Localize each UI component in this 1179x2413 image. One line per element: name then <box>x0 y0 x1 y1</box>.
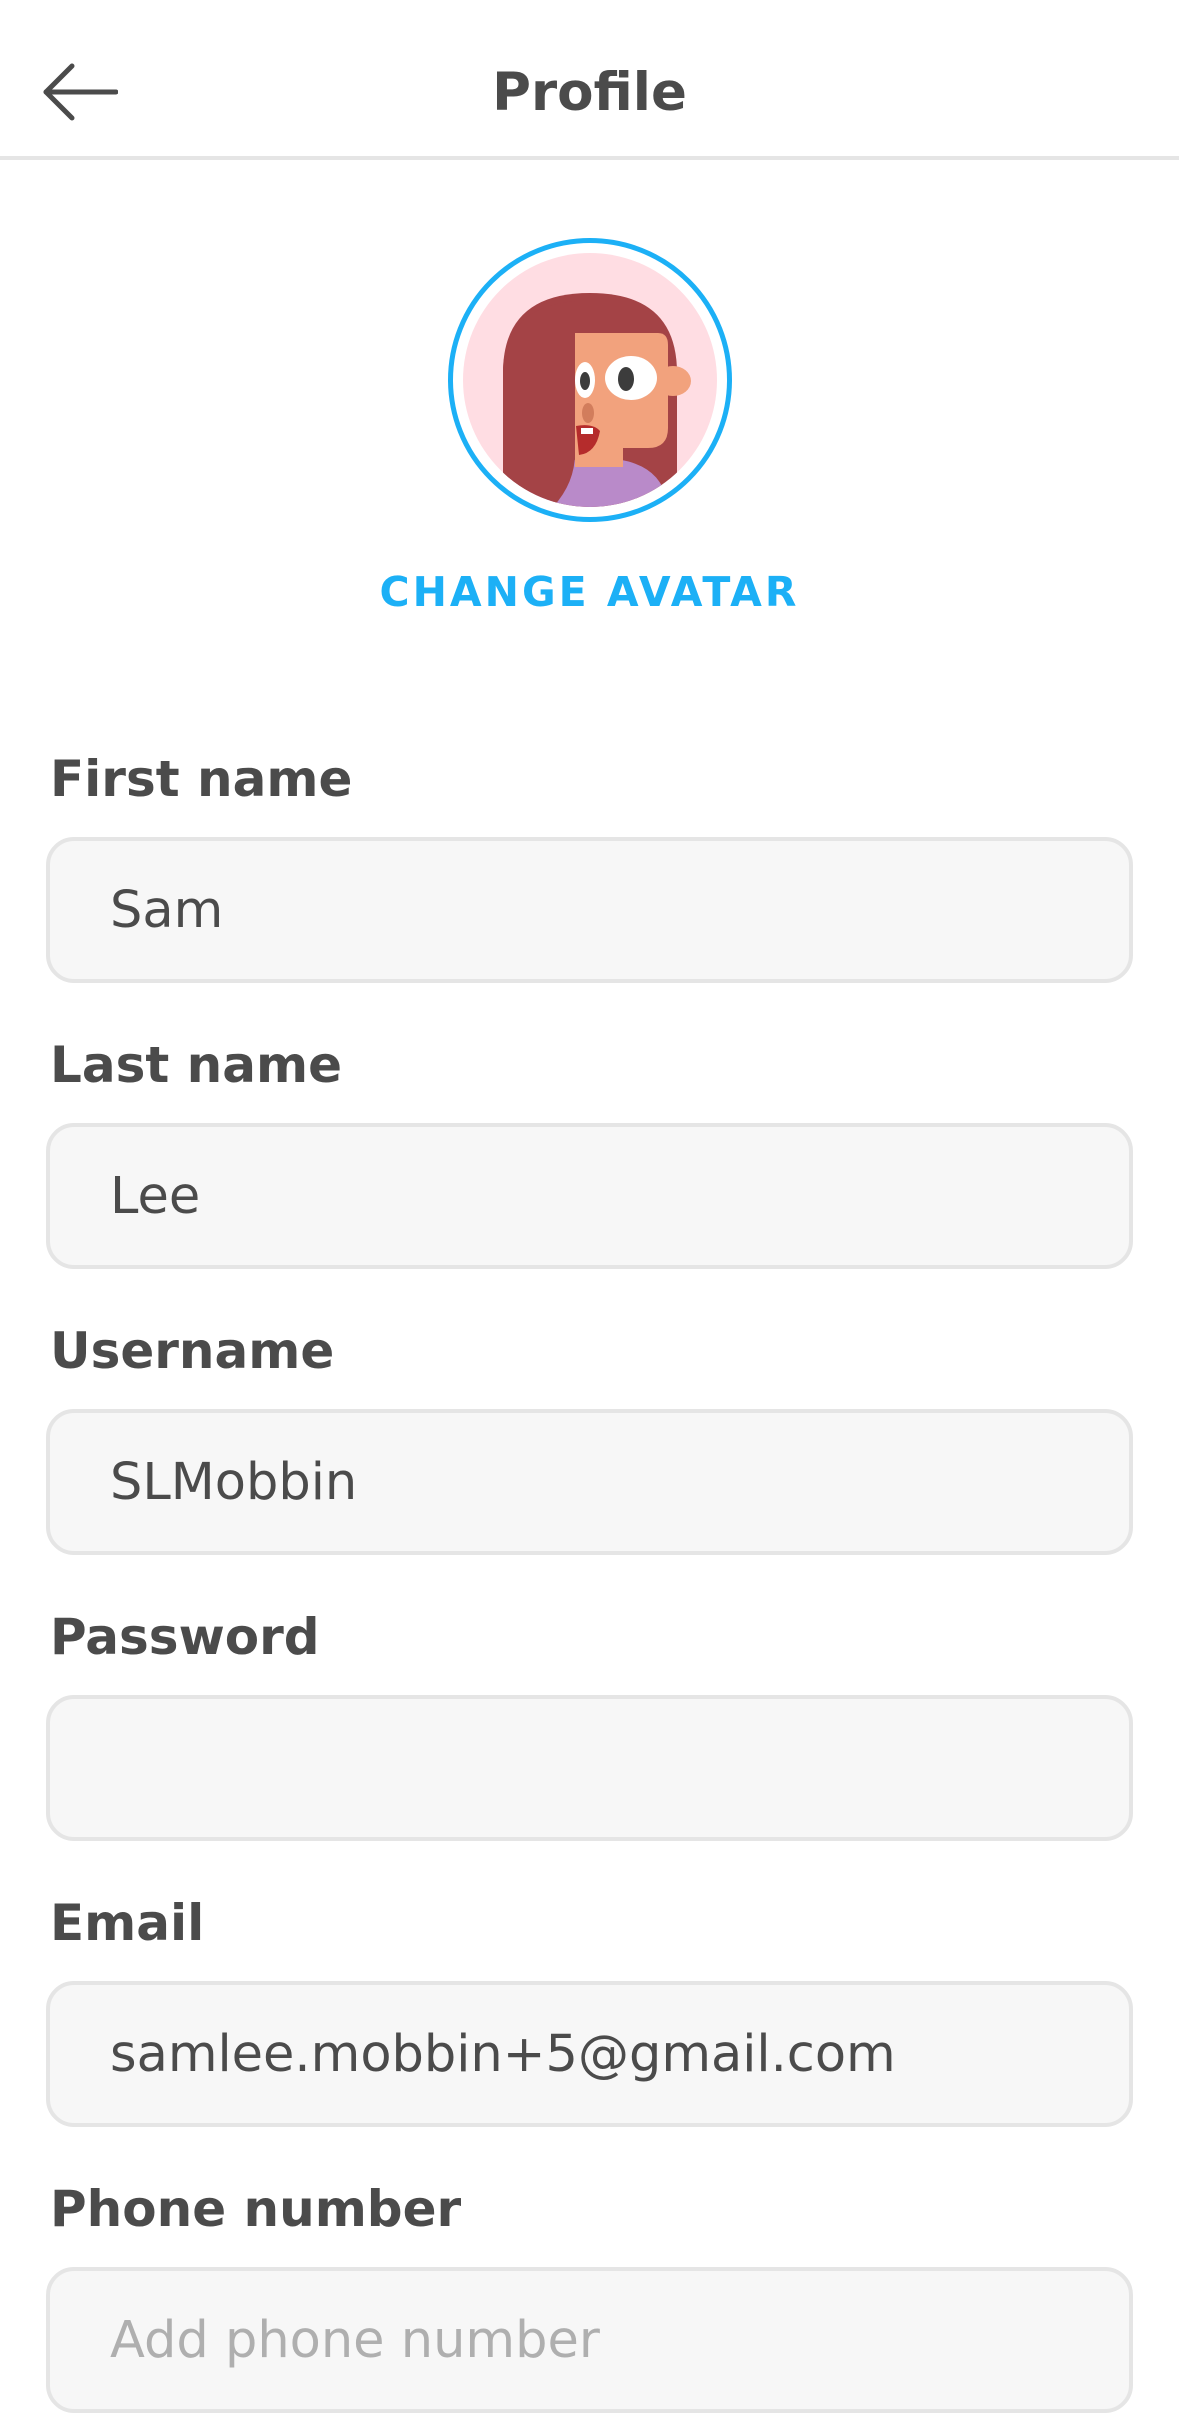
phone-number-input[interactable] <box>46 2267 1133 2413</box>
top-bar: Profile <box>0 0 1179 160</box>
avatar-face-image <box>503 293 691 507</box>
password-label: Password <box>50 1608 320 1666</box>
phone-number-label: Phone number <box>50 2180 462 2238</box>
username-label: Username <box>50 1322 335 1380</box>
page-title: Profile <box>492 62 687 123</box>
password-input[interactable] <box>46 1695 1133 1841</box>
change-avatar-button[interactable]: CHANGE AVATAR <box>0 562 1179 622</box>
first-name-input[interactable] <box>46 837 1133 983</box>
avatar-illustration <box>463 253 717 507</box>
email-input[interactable] <box>46 1981 1133 2127</box>
username-input[interactable] <box>46 1409 1133 1555</box>
email-label: Email <box>50 1894 205 1952</box>
last-name-label: Last name <box>50 1036 343 1094</box>
first-name-label: First name <box>50 750 353 808</box>
avatar[interactable] <box>448 238 732 522</box>
last-name-input[interactable] <box>46 1123 1133 1269</box>
